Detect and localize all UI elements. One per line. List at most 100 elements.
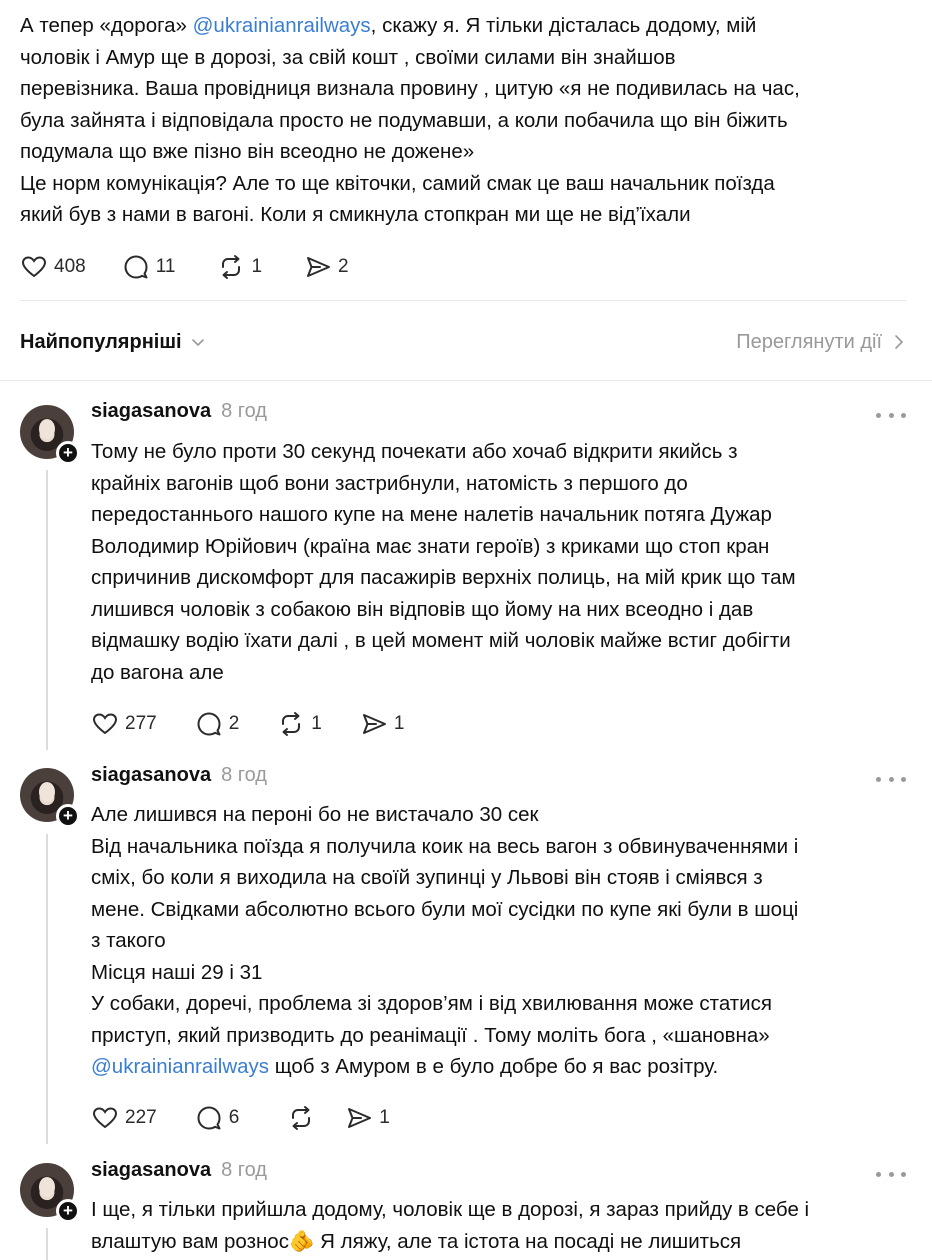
repost-icon [282, 712, 301, 736]
thread-line [46, 834, 48, 1144]
reply-line: сміх, бо коли я виходила на своїй зупинц… [91, 866, 763, 889]
reply-header: siagasanova 8 год [91, 1159, 267, 1189]
reply-line: влаштую вам рознос🫵 Я ляжу, але та істот… [91, 1229, 742, 1253]
timestamp: 8 год [221, 1159, 267, 1181]
repost-count: 1 [311, 713, 322, 734]
share-button[interactable]: 1 [360, 710, 405, 738]
repost-button[interactable] [287, 1104, 321, 1132]
view-activity-link[interactable]: Переглянути дії [736, 331, 906, 354]
heart-icon [92, 1107, 118, 1129]
more-options-icon[interactable] [876, 1169, 906, 1179]
post-line: чоловік і Амур ще в дорозі, за свій кошт… [20, 45, 676, 69]
post-line: була зайнята і відповідала просто не под… [20, 108, 788, 132]
comment-button[interactable]: 2 [195, 710, 240, 738]
reply-line: @ukrainianrailways щоб з Амуром в е було… [91, 1055, 719, 1078]
reply-line: У собаки, доречі, проблема зі здоров’ям … [91, 992, 772, 1015]
repost-button[interactable]: 1 [277, 710, 322, 738]
comment-button[interactable]: 6 [195, 1104, 240, 1132]
avatar-face [39, 419, 55, 439]
reply-line: Але лишився на пероні бо не вистачало 30… [91, 803, 539, 826]
reply-line: передостаннього нашого купе на мене нале… [91, 503, 772, 526]
reply-actions: 227 6 1 [91, 1103, 390, 1133]
more-options-icon[interactable] [876, 410, 906, 420]
send-icon [362, 714, 386, 734]
more-options-icon[interactable] [876, 774, 906, 784]
post-line: Це норм комунікація? Але то ще квіточки,… [20, 171, 775, 195]
post-body: А тепер «дорога» @ukrainianrailways, ска… [20, 10, 920, 231]
reply-body: Але лишився на пероні бо не вистачало 30… [91, 799, 911, 1083]
divider [20, 300, 906, 301]
follow-plus-icon[interactable]: + [56, 441, 80, 465]
username[interactable]: siagasanova [91, 1159, 211, 1182]
avatar[interactable]: + [20, 768, 80, 828]
thread-line [46, 1228, 48, 1260]
post-line: А тепер «дорога» @ukrainianrailways, ска… [20, 14, 757, 37]
follow-plus-icon[interactable]: + [56, 804, 80, 828]
avatar-face [39, 1177, 55, 1197]
repost-icon [292, 1106, 311, 1130]
repost-count: 1 [251, 256, 263, 277]
timestamp: 8 год [221, 400, 267, 422]
sort-label: Найпопулярніші [20, 330, 182, 353]
thread-line [46, 470, 48, 750]
reply-line: І ще, я тільки прийшла додому, чоловік щ… [91, 1198, 810, 1221]
share-button[interactable]: 2 [304, 253, 349, 281]
like-button[interactable]: 277 [91, 710, 157, 738]
post-line: подумала що вже пізно він всеодно не дож… [20, 140, 475, 163]
post-actions: 408 11 1 2 [20, 252, 349, 282]
username[interactable]: siagasanova [91, 400, 211, 423]
reply-header: siagasanova 8 год [91, 400, 267, 430]
like-button[interactable]: 408 [20, 253, 86, 281]
chevron-right-icon [895, 335, 903, 349]
reply-line: мене. Свідками абсолютно всього були мої… [91, 897, 799, 921]
heart-icon [21, 256, 47, 278]
reply-body: Тому не було проти 30 секунд почекати аб… [91, 436, 911, 688]
reply-line: спричинив дискомфорт для пасажирів верхн… [91, 566, 796, 589]
share-button[interactable]: 1 [345, 1104, 390, 1132]
reply-body: І ще, я тільки прийшла додому, чоловік щ… [91, 1194, 911, 1257]
comment-icon [124, 255, 148, 279]
reply-line: Місця наші 29 і 31 [91, 960, 263, 984]
reply-header: siagasanova 8 год [91, 764, 267, 794]
send-icon [348, 1108, 372, 1128]
reply-line: до вагона але [91, 660, 224, 684]
reply-actions: 277 2 1 1 [91, 709, 404, 739]
like-button[interactable]: 227 [91, 1104, 157, 1132]
reply-line: відмашку водію їхати далі , в цей момент… [91, 629, 791, 652]
reply-line: лишився чоловік з собакою він відповів щ… [91, 597, 754, 621]
reply-line: Володимир Юрійович (країна має знати гер… [91, 534, 770, 558]
like-count: 408 [54, 256, 86, 277]
share-count: 2 [338, 256, 349, 277]
comment-count: 11 [155, 256, 176, 277]
username[interactable]: siagasanova [91, 764, 211, 787]
timestamp: 8 год [221, 764, 267, 786]
avatar[interactable]: + [20, 1163, 80, 1223]
comment-icon [197, 712, 221, 736]
comment-icon [197, 1106, 221, 1130]
comment-count: 2 [228, 713, 240, 734]
reply-line: з такого [91, 929, 166, 952]
comment-count: 6 [228, 1107, 240, 1128]
sort-dropdown[interactable]: Найпопулярніші [20, 331, 206, 354]
reply-line: Від начальника поїзда я получила коик на… [91, 834, 799, 858]
replies-sort-bar: Найпопулярніші Переглянути дії [20, 326, 906, 358]
mention-link[interactable]: @ukrainianrailways [91, 1055, 269, 1078]
avatar-face [39, 782, 55, 802]
comment-button[interactable]: 11 [122, 253, 176, 281]
send-icon [307, 257, 331, 277]
like-count: 227 [125, 1107, 157, 1128]
repost-button[interactable]: 1 [217, 253, 262, 281]
repost-icon [222, 255, 241, 279]
chevron-down-icon [191, 339, 204, 346]
avatar[interactable]: + [20, 405, 80, 465]
reply-line: приступ, який призводить до реанімації .… [91, 1023, 770, 1047]
reply-line: Тому не було проти 30 секунд почекати аб… [91, 440, 738, 463]
share-count: 1 [393, 713, 405, 734]
divider [0, 380, 932, 381]
share-count: 1 [379, 1107, 390, 1128]
post-line: який був з нами в вагоні. Коли я смикнул… [20, 203, 691, 226]
mention-link[interactable]: @ukrainianrailways [193, 14, 371, 37]
follow-plus-icon[interactable]: + [56, 1199, 80, 1223]
heart-icon [92, 713, 118, 735]
reply-line: крайніх вагонів щоб вони застрибнули, на… [91, 471, 688, 495]
